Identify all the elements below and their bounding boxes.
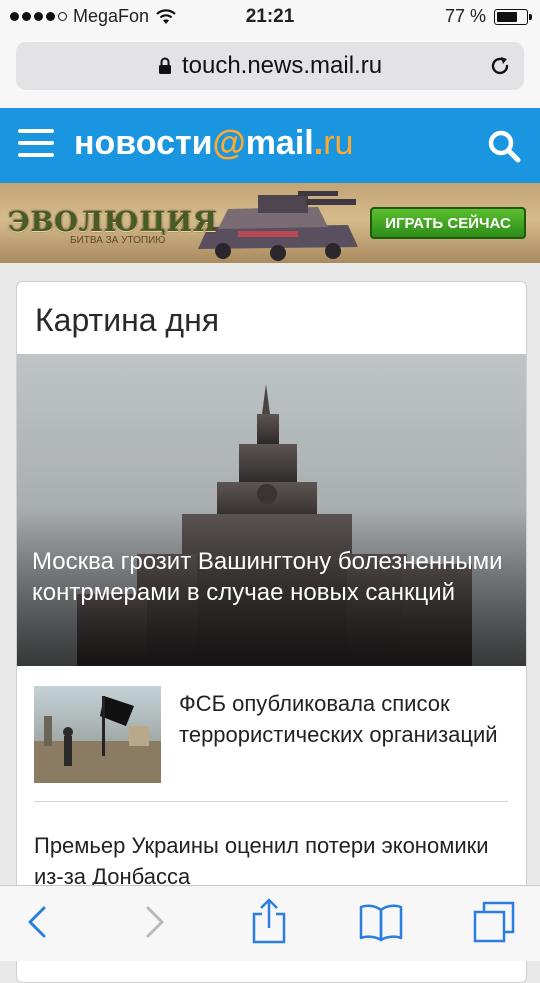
site-logo[interactable]: новости@mail.ru (74, 124, 353, 163)
browser-toolbar (0, 885, 540, 961)
lock-icon (158, 57, 171, 74)
banner-subtitle: БИТВА ЗА УТОПИЮ (70, 235, 166, 246)
bookmarks-icon[interactable] (358, 902, 404, 942)
battery-level (497, 11, 517, 22)
status-bar: MegaFon 21:21 77 % (0, 0, 540, 36)
divider (34, 801, 508, 802)
battery-percent: 77 % (444, 6, 486, 26)
hero-story[interactable]: Москва грозит Вашингтону болезненными ко… (17, 354, 526, 666)
logo-text-mail: mail (245, 124, 314, 162)
news-item[interactable]: ФСБ опубликовала список террористических… (34, 684, 510, 794)
battery-icon (494, 8, 532, 25)
address-bar[interactable]: touch.news.mail.ru (16, 42, 524, 90)
back-icon[interactable] (24, 904, 50, 940)
site-header: новости@mail.ru (0, 108, 540, 183)
thumbnail-image (34, 696, 161, 783)
news-item-text-only[interactable]: Премьер Украины оценил потери экономики … (34, 830, 504, 892)
browser-chrome: touch.news.mail.ru (0, 36, 540, 109)
search-icon[interactable] (486, 128, 522, 164)
hamburger-icon[interactable] (18, 129, 54, 161)
hero-headline: Москва грозит Вашингтону болезненными ко… (32, 548, 503, 606)
share-icon[interactable] (250, 898, 288, 944)
url-text: touch.news.mail.ru (181, 52, 383, 79)
reload-icon[interactable] (488, 54, 512, 78)
news-headline: ФСБ опубликовала список террористических… (179, 691, 498, 747)
logo-text-ru: ru (323, 124, 354, 162)
forward-icon[interactable] (142, 904, 168, 940)
logo-at: @ (212, 124, 246, 162)
card-title: Картина дня (35, 302, 220, 338)
news-thumbnail (34, 686, 161, 783)
logo-text-novosti: новости (74, 124, 213, 162)
banner-title: ЭВОЛЮЦИЯ (8, 207, 218, 238)
tabs-icon[interactable] (472, 900, 516, 944)
play-now-button[interactable]: ИГРАТЬ СЕЙЧАС (370, 207, 526, 239)
news-card: Картина дня Москва грозит Вашингтону бол… (16, 281, 527, 983)
logo-dot: . (313, 124, 324, 162)
